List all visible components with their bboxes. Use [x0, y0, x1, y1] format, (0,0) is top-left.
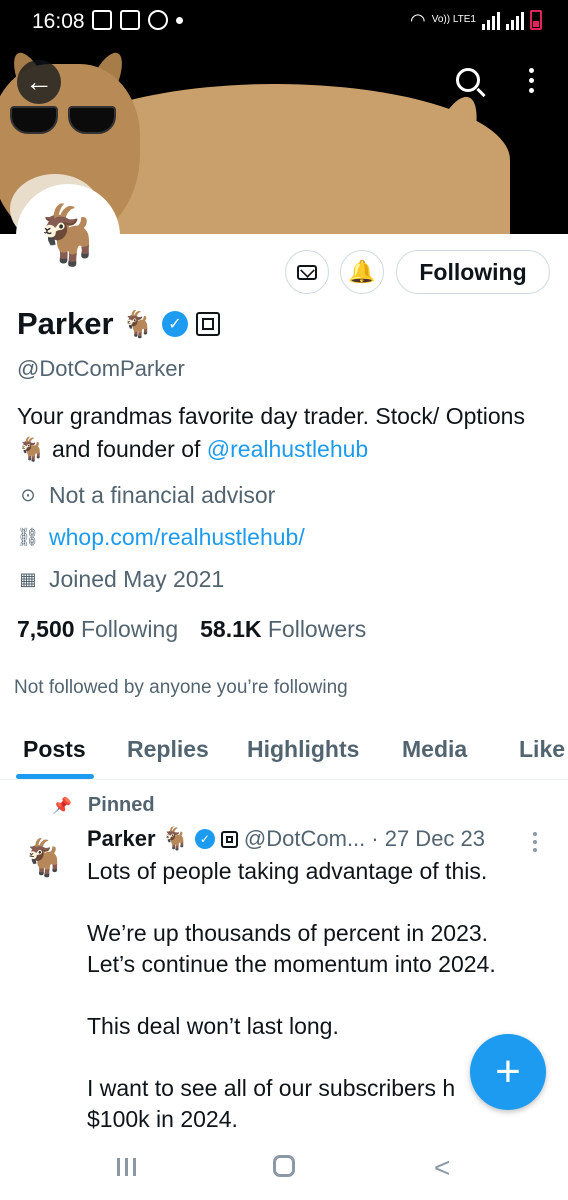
system-nav-bar: <: [0, 1138, 568, 1200]
wifi-icon: ◠: [410, 10, 426, 30]
dot-icon: [176, 16, 183, 24]
status-left-icons: [92, 10, 183, 30]
link-icon: ⛓: [16, 527, 40, 547]
recent-apps-button[interactable]: [117, 1158, 136, 1176]
profile-avatar[interactable]: 🐐: [16, 184, 120, 288]
not-followed-text: Not followed by anyone you’re following: [14, 677, 348, 698]
location-text: Not a financial advisor: [49, 482, 276, 508]
location-row: ⊙ Not a financial advisor: [17, 482, 275, 509]
website-row: ⛓ whop.com/realhustlehub/: [17, 524, 305, 551]
envelope-icon: [297, 264, 317, 280]
home-button[interactable]: [273, 1155, 295, 1177]
plus-icon: +: [495, 1047, 521, 1096]
notifications-button[interactable]: 🔔: [340, 250, 384, 294]
tab-media[interactable]: Media: [402, 736, 467, 763]
post-verified-badge-icon: ✓: [194, 829, 215, 849]
name-emoji: 🐐: [121, 308, 154, 339]
affiliate-badge-icon[interactable]: [195, 312, 220, 336]
profile-tabs: Posts Replies Highlights Media Like: [0, 720, 568, 780]
followers-label: Followers: [267, 616, 367, 642]
post-author-handle[interactable]: @DotCom...: [244, 826, 365, 852]
status-time: 16:08: [32, 10, 85, 33]
arrow-left-icon: ←: [25, 66, 53, 97]
search-icon: [456, 68, 480, 92]
follow-stats: 7,500 Following 58.1K Followers: [17, 616, 366, 643]
tab-posts[interactable]: Posts: [23, 736, 86, 763]
battery-icon: [530, 10, 542, 30]
bell-check-icon: 🔔: [348, 259, 376, 284]
network-label: Vo)) LTE1: [431, 14, 476, 25]
tab-highlights[interactable]: Highlights: [247, 736, 359, 763]
profile-handle: @DotComParker: [17, 356, 185, 381]
followers-stat[interactable]: 58.1K Followers: [200, 616, 366, 643]
compose-post-button[interactable]: +: [470, 1034, 546, 1110]
pinned-label: Pinned: [87, 794, 155, 816]
pin-icon: 📌: [52, 797, 72, 815]
calendar-icon: [120, 10, 140, 30]
following-count: 7,500: [17, 616, 75, 642]
post-more-icon[interactable]: [533, 832, 537, 852]
tab-likes[interactable]: Like: [519, 736, 565, 763]
post-author-name[interactable]: Parker: [87, 826, 156, 852]
followers-count: 58.1K: [200, 616, 262, 642]
avatar-emoji: 🐐: [31, 203, 105, 268]
gallery-icon: [92, 10, 112, 30]
bio-mention-link[interactable]: @realhustlehub: [207, 436, 368, 462]
location-pin-icon: ⊙: [20, 485, 36, 505]
active-tab-indicator: [16, 774, 94, 779]
status-right-icons: ◠ Vo)) LTE1: [410, 10, 542, 30]
status-bar: 16:08 ◠ Vo)) LTE1: [0, 0, 568, 44]
post-author-emoji: 🐐: [161, 826, 189, 851]
verified-badge-icon[interactable]: ✓: [161, 311, 188, 337]
message-button[interactable]: [285, 250, 329, 294]
post-date[interactable]: · 27 Dec 23: [371, 826, 485, 852]
following-button[interactable]: Following: [396, 250, 550, 294]
joined-row: ▦ Joined May 2021: [17, 566, 224, 593]
more-options-button[interactable]: [509, 58, 553, 102]
back-nav-button[interactable]: <: [434, 1152, 450, 1184]
back-button[interactable]: ←: [17, 60, 61, 104]
sunglasses: [10, 106, 120, 134]
signal-icon-2: [506, 10, 524, 30]
signal-icon: [482, 10, 500, 30]
pinned-label-row: 📌 Pinned: [52, 794, 155, 817]
tab-replies[interactable]: Replies: [127, 736, 209, 763]
search-button[interactable]: [446, 58, 490, 102]
joined-text: Joined May 2021: [49, 566, 225, 592]
following-label: Following: [80, 616, 179, 642]
profile-bio: Your grandmas favorite day trader. Stock…: [17, 400, 537, 466]
post-header: Parker 🐐 ✓ @DotCom... · 27 Dec 23: [87, 826, 485, 852]
post-avatar-emoji: 🐐: [21, 837, 67, 878]
website-link[interactable]: whop.com/realhustlehub/: [49, 524, 305, 551]
post-affiliate-badge-icon: [220, 830, 238, 848]
post-avatar[interactable]: 🐐: [20, 834, 68, 882]
profile-name-row: Parker 🐐 ✓: [17, 306, 220, 342]
calendar-icon: ▦: [19, 569, 37, 589]
following-stat[interactable]: 7,500 Following: [17, 616, 178, 643]
profile-name: Parker: [17, 306, 114, 341]
kebab-icon: [528, 67, 534, 93]
sync-icon: [148, 10, 168, 30]
